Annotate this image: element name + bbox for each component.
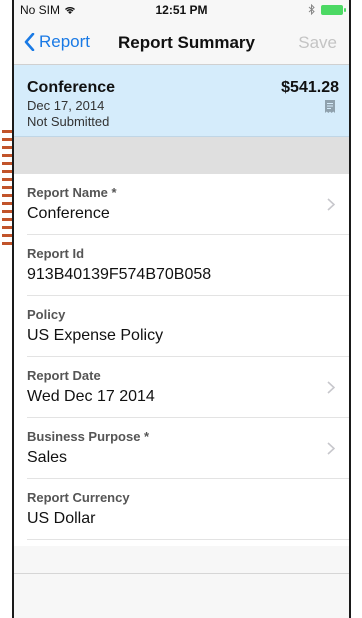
receipt-icon bbox=[325, 100, 335, 113]
back-button-label: Report bbox=[39, 32, 91, 51]
report-date: Dec 17, 2014 bbox=[27, 98, 105, 113]
chevron-right-icon bbox=[327, 381, 335, 394]
status-icons bbox=[308, 4, 346, 15]
battery-icon bbox=[321, 4, 346, 15]
navigation-bar: Report Report Summary Save bbox=[14, 22, 349, 65]
report-title: Conference bbox=[27, 79, 116, 96]
field-report-date[interactable]: Report Date Wed Dec 17 2014 bbox=[27, 357, 349, 418]
chevron-left-icon bbox=[24, 33, 35, 51]
field-report-currency: Report Currency US Dollar bbox=[27, 479, 349, 540]
field-value: Conference bbox=[27, 205, 110, 222]
chevron-right-icon bbox=[327, 442, 335, 455]
field-label: Report Id bbox=[27, 246, 85, 261]
field-value: US Expense Policy bbox=[27, 327, 164, 344]
status-bar: No SIM 12:51 PM bbox=[14, 0, 349, 22]
back-button[interactable]: Report bbox=[24, 32, 90, 52]
section-separator bbox=[14, 137, 349, 174]
report-summary-header: Conference Dec 17, 2014 Not Submitted $5… bbox=[14, 65, 349, 137]
report-fields-list: Report Name * Conference Report Id 913B4… bbox=[14, 174, 349, 546]
field-value: 913B40139F574B70B058 bbox=[27, 266, 212, 283]
field-label: Report Currency bbox=[27, 490, 130, 505]
field-value: Wed Dec 17 2014 bbox=[27, 388, 155, 405]
phone-screen: No SIM 12:51 PM Report Report Summary Sa… bbox=[12, 0, 351, 618]
field-report-id: Report Id 913B40139F574B70B058 bbox=[27, 235, 349, 296]
clock: 12:51 PM bbox=[155, 3, 208, 17]
field-value: US Dollar bbox=[27, 510, 96, 527]
report-status: Not Submitted bbox=[27, 114, 110, 129]
bluetooth-icon bbox=[308, 4, 315, 15]
field-label: Business Purpose * bbox=[27, 429, 150, 444]
field-value: Sales bbox=[27, 449, 68, 466]
field-label: Report Name * bbox=[27, 185, 117, 200]
report-total-amount: $541.28 bbox=[281, 79, 339, 96]
field-report-name[interactable]: Report Name * Conference bbox=[27, 174, 349, 235]
chevron-right-icon bbox=[327, 198, 335, 211]
field-label: Policy bbox=[27, 307, 66, 322]
save-button[interactable]: Save bbox=[298, 33, 337, 53]
field-policy: Policy US Expense Policy bbox=[27, 296, 349, 357]
page-title: Report Summary bbox=[118, 33, 255, 52]
bottom-toolbar bbox=[14, 573, 349, 618]
field-label: Report Date bbox=[27, 368, 101, 383]
field-business-purpose[interactable]: Business Purpose * Sales bbox=[27, 418, 349, 479]
